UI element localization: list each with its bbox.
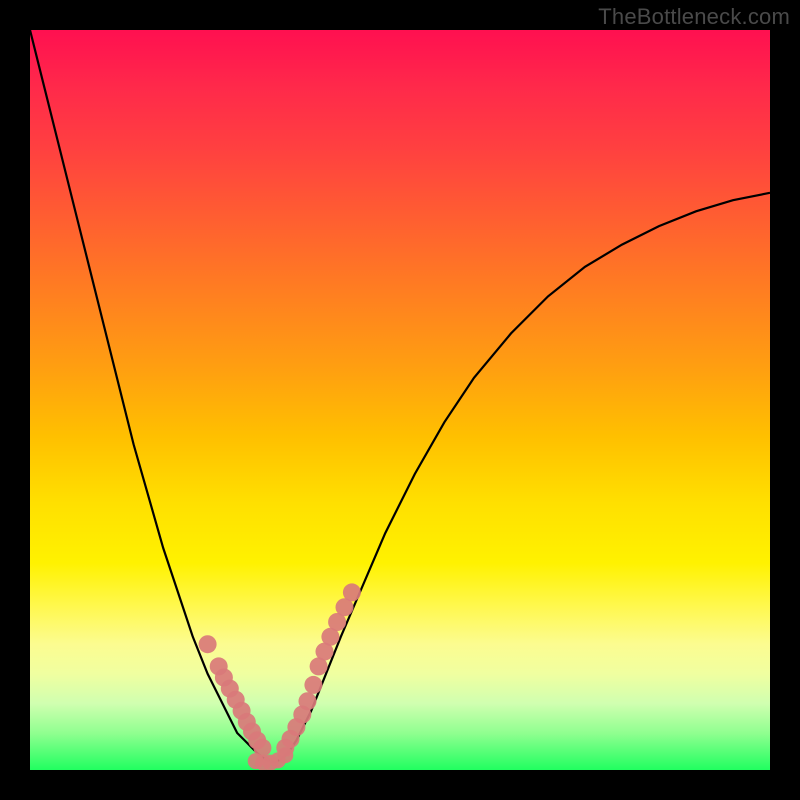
data-point (199, 635, 217, 653)
left-curve-line (30, 30, 274, 763)
right-curve-line (274, 193, 770, 763)
data-point (343, 583, 361, 601)
curve-svg (30, 30, 770, 770)
data-markers (199, 583, 361, 770)
watermark-text: TheBottleneck.com (598, 4, 790, 30)
data-point (299, 692, 317, 710)
plot-area (30, 30, 770, 770)
data-point (277, 747, 293, 763)
chart-frame: TheBottleneck.com (0, 0, 800, 800)
data-point (304, 676, 322, 694)
